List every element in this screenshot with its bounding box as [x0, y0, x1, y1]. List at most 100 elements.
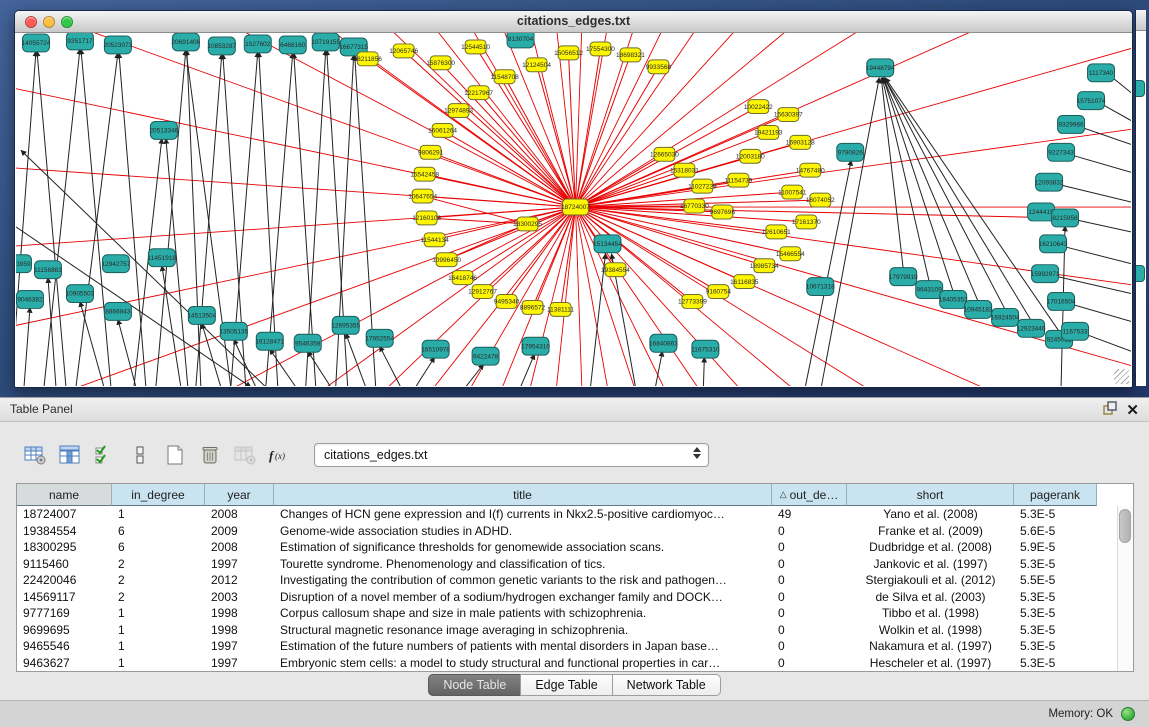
table-cell[interactable]: Changes of HCN gene expression and I(f) … [274, 506, 772, 523]
table-row[interactable]: 969969511998Structural magnetic resonanc… [17, 622, 1133, 639]
table-cell[interactable]: 0 [772, 539, 847, 556]
network-edge[interactable] [821, 78, 879, 386]
table-cell[interactable]: 9465546 [17, 638, 112, 655]
table-cell[interactable]: 49 [772, 506, 847, 523]
table-cell[interactable]: 0 [772, 589, 847, 606]
table-row[interactable]: 1456911722003Disruption of a novel membe… [17, 589, 1133, 606]
network-edge[interactable] [270, 349, 296, 386]
network-edge[interactable] [575, 33, 1106, 207]
tab-edge-table[interactable]: Edge Table [520, 674, 612, 696]
table-cell[interactable]: 5.3E-5 [1014, 622, 1097, 639]
table-cell[interactable]: Disruption of a novel member of a sodium… [274, 589, 772, 606]
delete-column-icon[interactable] [197, 442, 223, 468]
network-edge[interactable] [220, 33, 576, 207]
network-edge[interactable] [16, 227, 251, 386]
table-cell[interactable]: 9115460 [17, 556, 112, 573]
column-header-out_de[interactable]: △out_de… [772, 484, 847, 506]
column-header-pagerank[interactable]: pagerank [1014, 484, 1097, 506]
table-cell[interactable]: 5.3E-5 [1014, 605, 1097, 622]
table-cell[interactable]: 2003 [205, 589, 274, 606]
table-row[interactable]: 1938455462009Genome-wide association stu… [17, 523, 1133, 540]
network-edge[interactable] [187, 50, 201, 386]
network-edge[interactable] [655, 351, 662, 386]
network-edge[interactable] [308, 351, 331, 386]
table-cell[interactable]: 6 [112, 539, 205, 556]
network-edge[interactable] [1069, 303, 1131, 321]
table-cell[interactable]: 2008 [205, 506, 274, 523]
column-header-in_degree[interactable]: in_degree [112, 484, 205, 506]
table-row[interactable]: 946554611997Estimation of the future num… [17, 638, 1133, 655]
table-row[interactable]: 911546021997Tourette syndrome. Phenomeno… [17, 556, 1133, 573]
network-edge[interactable] [118, 319, 136, 386]
network-edge[interactable] [24, 307, 30, 386]
table-cell[interactable]: 0 [772, 605, 847, 622]
table-mode-icon[interactable] [22, 442, 48, 468]
table-cell[interactable]: 2 [112, 589, 205, 606]
table-cell[interactable]: Yano et al. (2008) [847, 506, 1014, 523]
resize-grip[interactable] [1114, 369, 1129, 384]
table-cell[interactable]: 5.3E-5 [1014, 556, 1097, 573]
table-cell[interactable]: 6 [112, 523, 205, 540]
network-edge[interactable] [119, 53, 146, 386]
table-cell[interactable]: Hescheler et al. (1997) [847, 655, 1014, 672]
table-selector-dropdown[interactable]: citations_edges.txt [314, 443, 709, 467]
table-cell[interactable]: 18300295 [17, 539, 112, 556]
network-edge[interactable] [459, 111, 576, 207]
table-cell[interactable]: 2012 [205, 572, 274, 589]
table-row[interactable]: 977716911998Corpus callosum shape and si… [17, 605, 1133, 622]
table-cell[interactable]: 18724007 [17, 506, 112, 523]
network-edge[interactable] [380, 346, 401, 386]
table-cell[interactable]: 5.3E-5 [1014, 506, 1097, 523]
table-cell[interactable]: 2 [112, 572, 205, 589]
scrollbar-thumb[interactable] [1119, 509, 1131, 543]
table-cell[interactable]: 1 [112, 655, 205, 672]
select-attributes-icon[interactable] [92, 442, 118, 468]
table-cell[interactable]: Estimation of significance thresholds fo… [274, 539, 772, 556]
table-cell[interactable]: 19384554 [17, 523, 112, 540]
table-cell[interactable]: 0 [772, 655, 847, 672]
network-edge[interactable] [466, 364, 484, 386]
network-edge[interactable] [521, 354, 535, 386]
network-edge[interactable] [1083, 333, 1131, 351]
table-cell[interactable]: Jankovic et al. (1997) [847, 556, 1014, 573]
table-cell[interactable]: Corpus callosum shape and size in male p… [274, 605, 772, 622]
table-cell[interactable]: Structural magnetic resonance image aver… [274, 622, 772, 639]
network-edge[interactable] [202, 323, 221, 386]
table-cell[interactable]: 22420046 [17, 572, 112, 589]
network-canvas[interactable]: 1405572493517172052307320691406108532871… [16, 33, 1131, 386]
table-cell[interactable]: 5.3E-5 [1014, 638, 1097, 655]
tab-node-table[interactable]: Node Table [428, 674, 521, 696]
network-window[interactable]: citations_edges.txt 14055724935171720523… [14, 10, 1133, 388]
table-cell[interactable]: 5.6E-5 [1014, 523, 1097, 540]
table-cell[interactable]: 0 [772, 622, 847, 639]
network-edge[interactable] [447, 224, 528, 260]
table-cell[interactable]: Franke et al. (2009) [847, 523, 1014, 540]
table-cell[interactable]: 1997 [205, 655, 274, 672]
table-row[interactable]: 946362711997Embryonic stem cells: a mode… [17, 655, 1133, 672]
network-edge[interactable] [1057, 184, 1131, 202]
vertical-scrollbar[interactable] [1117, 506, 1133, 671]
table-cell[interactable]: 1997 [205, 638, 274, 655]
table-cell[interactable]: 9777169 [17, 605, 112, 622]
table-cell[interactable]: 1 [112, 638, 205, 655]
table-cell[interactable]: de Silva et al. (2003) [847, 589, 1014, 606]
table-cell[interactable]: 2009 [205, 523, 274, 540]
network-edge[interactable] [346, 333, 366, 386]
table-cell[interactable]: 5.3E-5 [1014, 589, 1097, 606]
table-cell[interactable]: 0 [772, 523, 847, 540]
table-cell[interactable]: Embryonic stem cells: a model to study s… [274, 655, 772, 672]
delete-table-icon[interactable] [232, 442, 258, 468]
table-cell[interactable]: Genome-wide association studies in ADHD. [274, 523, 772, 540]
network-edge[interactable] [575, 207, 1106, 386]
network-edge[interactable] [16, 51, 36, 386]
network-edge[interactable] [162, 266, 181, 386]
column-header-title[interactable]: title [274, 484, 772, 506]
table-cell[interactable]: 1 [112, 622, 205, 639]
table-cell[interactable]: 1997 [205, 556, 274, 573]
close-panel-icon[interactable]: ✕ [1126, 403, 1139, 419]
network-edge[interactable] [1053, 276, 1131, 294]
column-header-name[interactable]: name [17, 484, 112, 506]
table-cell[interactable]: 1 [112, 506, 205, 523]
network-edge[interactable] [1061, 246, 1131, 264]
table-cell[interactable]: 5.3E-5 [1014, 655, 1097, 672]
